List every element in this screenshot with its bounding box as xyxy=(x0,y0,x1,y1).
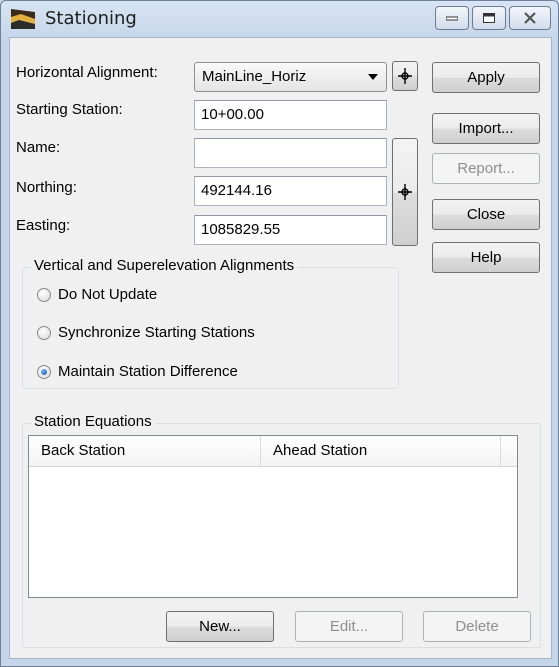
station-equations-list[interactable]: Back Station Ahead Station xyxy=(28,435,518,598)
radio-label: Do Not Update xyxy=(58,286,158,303)
minimize-button[interactable] xyxy=(435,6,469,30)
starting-station-field[interactable]: 10+00.00 xyxy=(194,100,387,130)
crosshair-pick-icon xyxy=(398,68,412,84)
vertical-superelevation-title: Vertical and Superelevation Alignments xyxy=(31,257,298,274)
import-button[interactable]: Import... xyxy=(432,113,540,144)
delete-equation-button[interactable]: Delete xyxy=(423,611,531,642)
help-button[interactable]: Help xyxy=(432,242,540,273)
close-button[interactable]: Close xyxy=(432,199,540,230)
station-equations-title: Station Equations xyxy=(31,413,155,430)
minimize-icon xyxy=(446,16,458,21)
chevron-down-icon xyxy=(368,74,378,80)
stationing-dialog: Stationing Horizontal Alignment: MainLin… xyxy=(0,0,559,667)
northing-field[interactable]: 492144.16 xyxy=(194,176,387,206)
horizontal-alignment-dropdown[interactable]: MainLine_Horiz xyxy=(194,62,387,92)
dialog-body: Horizontal Alignment: MainLine_Horiz Sta… xyxy=(9,37,552,659)
edit-equation-button[interactable]: Edit... xyxy=(295,611,403,642)
new-equation-button[interactable]: New... xyxy=(166,611,274,642)
name-field[interactable] xyxy=(194,138,387,168)
apply-button[interactable]: Apply xyxy=(432,62,540,93)
crosshair-pick-icon xyxy=(398,184,412,200)
pick-alignment-button[interactable] xyxy=(392,61,418,91)
close-window-button[interactable] xyxy=(509,6,551,30)
starting-station-label: Starting Station: xyxy=(16,101,123,118)
maximize-button[interactable] xyxy=(472,6,506,30)
easting-label: Easting: xyxy=(16,217,71,234)
window-title: Stationing xyxy=(45,8,137,29)
horizontal-alignment-label: Horizontal Alignment: xyxy=(16,64,158,81)
maximize-icon xyxy=(483,13,495,23)
list-header: Back Station Ahead Station xyxy=(29,436,517,467)
report-button[interactable]: Report... xyxy=(432,153,540,184)
column-header-ahead-station[interactable]: Ahead Station xyxy=(261,436,501,466)
horizontal-alignment-value: MainLine_Horiz xyxy=(202,68,307,85)
radio-circle-selected[interactable] xyxy=(37,365,51,379)
close-icon xyxy=(524,12,536,24)
title-bar[interactable]: Stationing xyxy=(1,1,558,37)
radio-label: Maintain Station Difference xyxy=(58,363,238,380)
pick-coordinate-button[interactable] xyxy=(392,138,418,246)
radio-circle[interactable] xyxy=(37,326,51,340)
radio-label: Synchronize Starting Stations xyxy=(58,324,255,341)
column-header-back-station[interactable]: Back Station xyxy=(29,436,261,466)
vertical-superelevation-group: Vertical and Superelevation Alignments D… xyxy=(22,257,399,389)
northing-label: Northing: xyxy=(16,179,77,196)
radio-circle[interactable] xyxy=(37,288,51,302)
stationing-app-icon xyxy=(11,9,35,29)
easting-field[interactable]: 1085829.55 xyxy=(194,215,387,245)
name-label: Name: xyxy=(16,139,61,156)
